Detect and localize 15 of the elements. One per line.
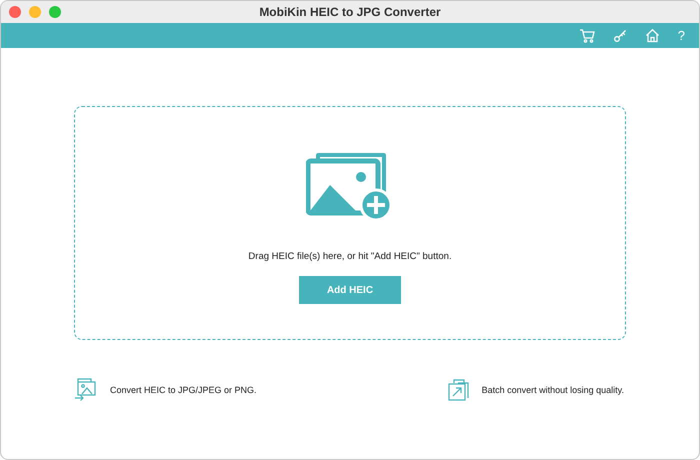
minimize-button[interactable] [29,6,41,18]
key-icon[interactable] [612,28,627,42]
add-heic-button[interactable]: Add HEIC [299,276,401,304]
zoom-button[interactable] [49,6,61,18]
image-convert-icon [74,378,98,402]
cart-icon[interactable] [578,28,595,42]
feature-text: Convert HEIC to JPG/JPEG or PNG. [110,385,257,395]
drop-zone[interactable]: Drag HEIC file(s) here, or hit "Add HEIC" button. Add HEIC [74,106,626,340]
feature-text: Batch convert without losing quality. [482,385,624,395]
drop-hint: Drag HEIC file(s) here, or hit "Add HEIC" button. [248,251,452,262]
close-button[interactable] [9,6,21,18]
window-title: MobiKin HEIC to JPG Converter [259,5,441,19]
help-icon[interactable]: ? [678,28,685,43]
home-icon[interactable] [644,28,660,43]
batch-export-icon [448,379,470,401]
